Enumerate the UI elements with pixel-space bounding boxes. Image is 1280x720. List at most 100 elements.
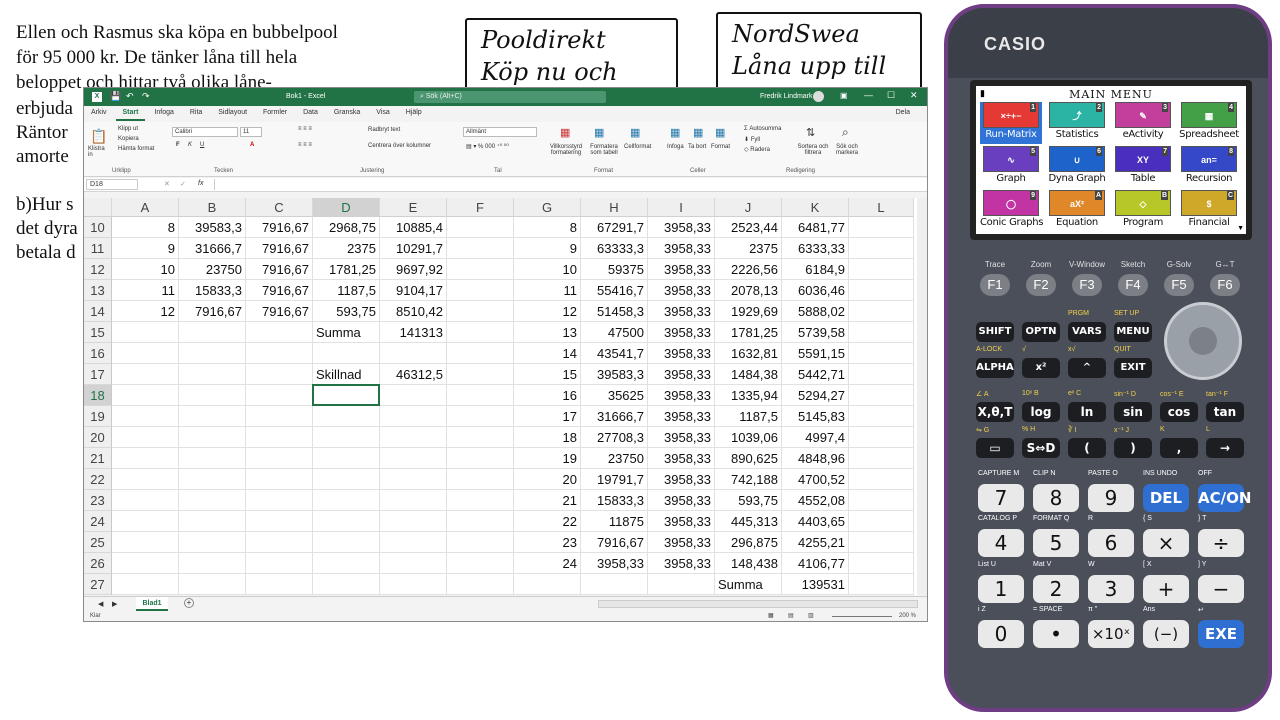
cell-g15[interactable]: 13 [514,322,581,343]
cell-k26[interactable]: 4106,77 [782,553,849,574]
cell-c21[interactable] [246,448,313,469]
cell-h17[interactable]: 39583,3 [581,364,648,385]
cell-e27[interactable] [380,574,447,595]
cell-c14[interactable]: 7916,67 [246,301,313,322]
cell-j26[interactable]: 148,438 [715,553,782,574]
cell-a13[interactable]: 11 [112,280,179,301]
key-f6[interactable]: F6 [1210,274,1240,296]
add-sheet-icon[interactable]: + [184,598,194,608]
cell-a11[interactable]: 9 [112,238,179,259]
enter-icon[interactable]: ✓ [180,180,186,188]
cell-j16[interactable]: 1632,81 [715,343,782,364]
key-tan[interactable]: tan [1206,402,1244,422]
cell-e23[interactable] [380,490,447,511]
cell-a14[interactable]: 12 [112,301,179,322]
number-format-select[interactable]: Allmänt [463,127,537,137]
cell-f16[interactable] [447,343,514,364]
cell-e20[interactable] [380,427,447,448]
cell-c10[interactable]: 7916,67 [246,217,313,238]
key-symbol[interactable]: ( [1068,438,1106,458]
cell-d24[interactable] [313,511,380,532]
cell-i27[interactable] [648,574,715,595]
cell-e15[interactable]: 141313 [380,322,447,343]
insert-cells-icon[interactable]: ▦ [670,126,680,139]
cell-i18[interactable]: 3958,33 [648,385,715,406]
cell-k24[interactable]: 4403,65 [782,511,849,532]
cell-f25[interactable] [447,532,514,553]
cell-a21[interactable] [112,448,179,469]
cell-j10[interactable]: 2523,44 [715,217,782,238]
key-f4[interactable]: F4 [1118,274,1148,296]
underline-icon[interactable]: U [200,142,204,148]
conditional-format-icon[interactable]: ▦ [560,126,570,139]
cell-a22[interactable] [112,469,179,490]
close-icon[interactable]: ✕ [910,90,918,101]
horizontal-scrollbar[interactable] [598,600,918,608]
cell-a19[interactable] [112,406,179,427]
cell-l12[interactable] [849,259,914,280]
cell-d23[interactable] [313,490,380,511]
cell-j27[interactable]: Summa [715,574,782,595]
vertical-scrollbar[interactable] [917,198,927,595]
cell-a15[interactable] [112,322,179,343]
key-symbol[interactable]: , [1160,438,1198,458]
app-table[interactable]: XY 7 Table [1112,146,1174,188]
column-header-h[interactable]: H [581,198,648,217]
cell-d13[interactable]: 1187,5 [313,280,380,301]
cell-b20[interactable] [179,427,246,448]
cell-k17[interactable]: 5442,71 [782,364,849,385]
cell-k12[interactable]: 6184,9 [782,259,849,280]
sort-filter-button[interactable]: Sortera och filtrera [796,144,830,156]
cell-e10[interactable]: 10885,4 [380,217,447,238]
delete-cells-button[interactable]: Ta bort [688,144,706,150]
cell-g24[interactable]: 22 [514,511,581,532]
cell-k21[interactable]: 4848,96 [782,448,849,469]
cell-j23[interactable]: 593,75 [715,490,782,511]
cell-d26[interactable] [313,553,380,574]
align-top-icon[interactable]: ≡ ≡ ≡ [298,126,312,132]
key-alpha[interactable]: ALPHA [976,358,1014,378]
font-color-icon[interactable]: A [250,142,254,148]
cell-i16[interactable]: 3958,33 [648,343,715,364]
key-symbol[interactable]: → [1206,438,1244,458]
cell-k18[interactable]: 5294,27 [782,385,849,406]
column-header-a[interactable]: A [112,198,179,217]
cell-i23[interactable]: 3958,33 [648,490,715,511]
cell-b15[interactable] [179,322,246,343]
key-del[interactable]: DEL [1143,484,1189,512]
app-graph[interactable]: ∿ 5 Graph [980,146,1042,188]
italic-icon[interactable]: K [188,142,192,148]
key-6[interactable]: 6 [1088,529,1134,557]
cell-f24[interactable] [447,511,514,532]
share-button[interactable]: Dela [889,106,917,119]
column-header-j[interactable]: J [715,198,782,217]
row-header-24[interactable]: 24 [84,511,112,532]
cell-k16[interactable]: 5591,15 [782,343,849,364]
key-9[interactable]: 9 [1088,484,1134,512]
app-run-matrix[interactable]: ×÷+− 1 Run-Matrix [980,102,1042,144]
cell-h19[interactable]: 31666,7 [581,406,648,427]
key-2[interactable]: 2 [1033,575,1079,603]
key-f5[interactable]: F5 [1164,274,1194,296]
cell-b11[interactable]: 31666,7 [179,238,246,259]
cell-l25[interactable] [849,532,914,553]
cell-l24[interactable] [849,511,914,532]
cell-d15[interactable]: Summa [313,322,380,343]
cell-i24[interactable]: 3958,33 [648,511,715,532]
cell-h10[interactable]: 67291,7 [581,217,648,238]
cell-l23[interactable] [849,490,914,511]
cell-i13[interactable]: 3958,33 [648,280,715,301]
key-7[interactable]: 7 [978,484,1024,512]
tab-arkiv[interactable]: Arkiv [84,106,114,119]
cell-g10[interactable]: 8 [514,217,581,238]
cell-e22[interactable] [380,469,447,490]
cell-e21[interactable] [380,448,447,469]
cell-f10[interactable] [447,217,514,238]
sheet-tab-blad1[interactable]: Blad1 [136,597,168,611]
cell-a23[interactable] [112,490,179,511]
currency-icon[interactable]: ▤ ▾ % 000 ⁺⁰ ⁰⁰ [466,143,509,150]
view-pagebreak-icon[interactable]: ▥ [808,612,814,619]
wrap-text-button[interactable]: Radbryt text [368,127,400,133]
cell-e24[interactable] [380,511,447,532]
cell-g27[interactable] [514,574,581,595]
